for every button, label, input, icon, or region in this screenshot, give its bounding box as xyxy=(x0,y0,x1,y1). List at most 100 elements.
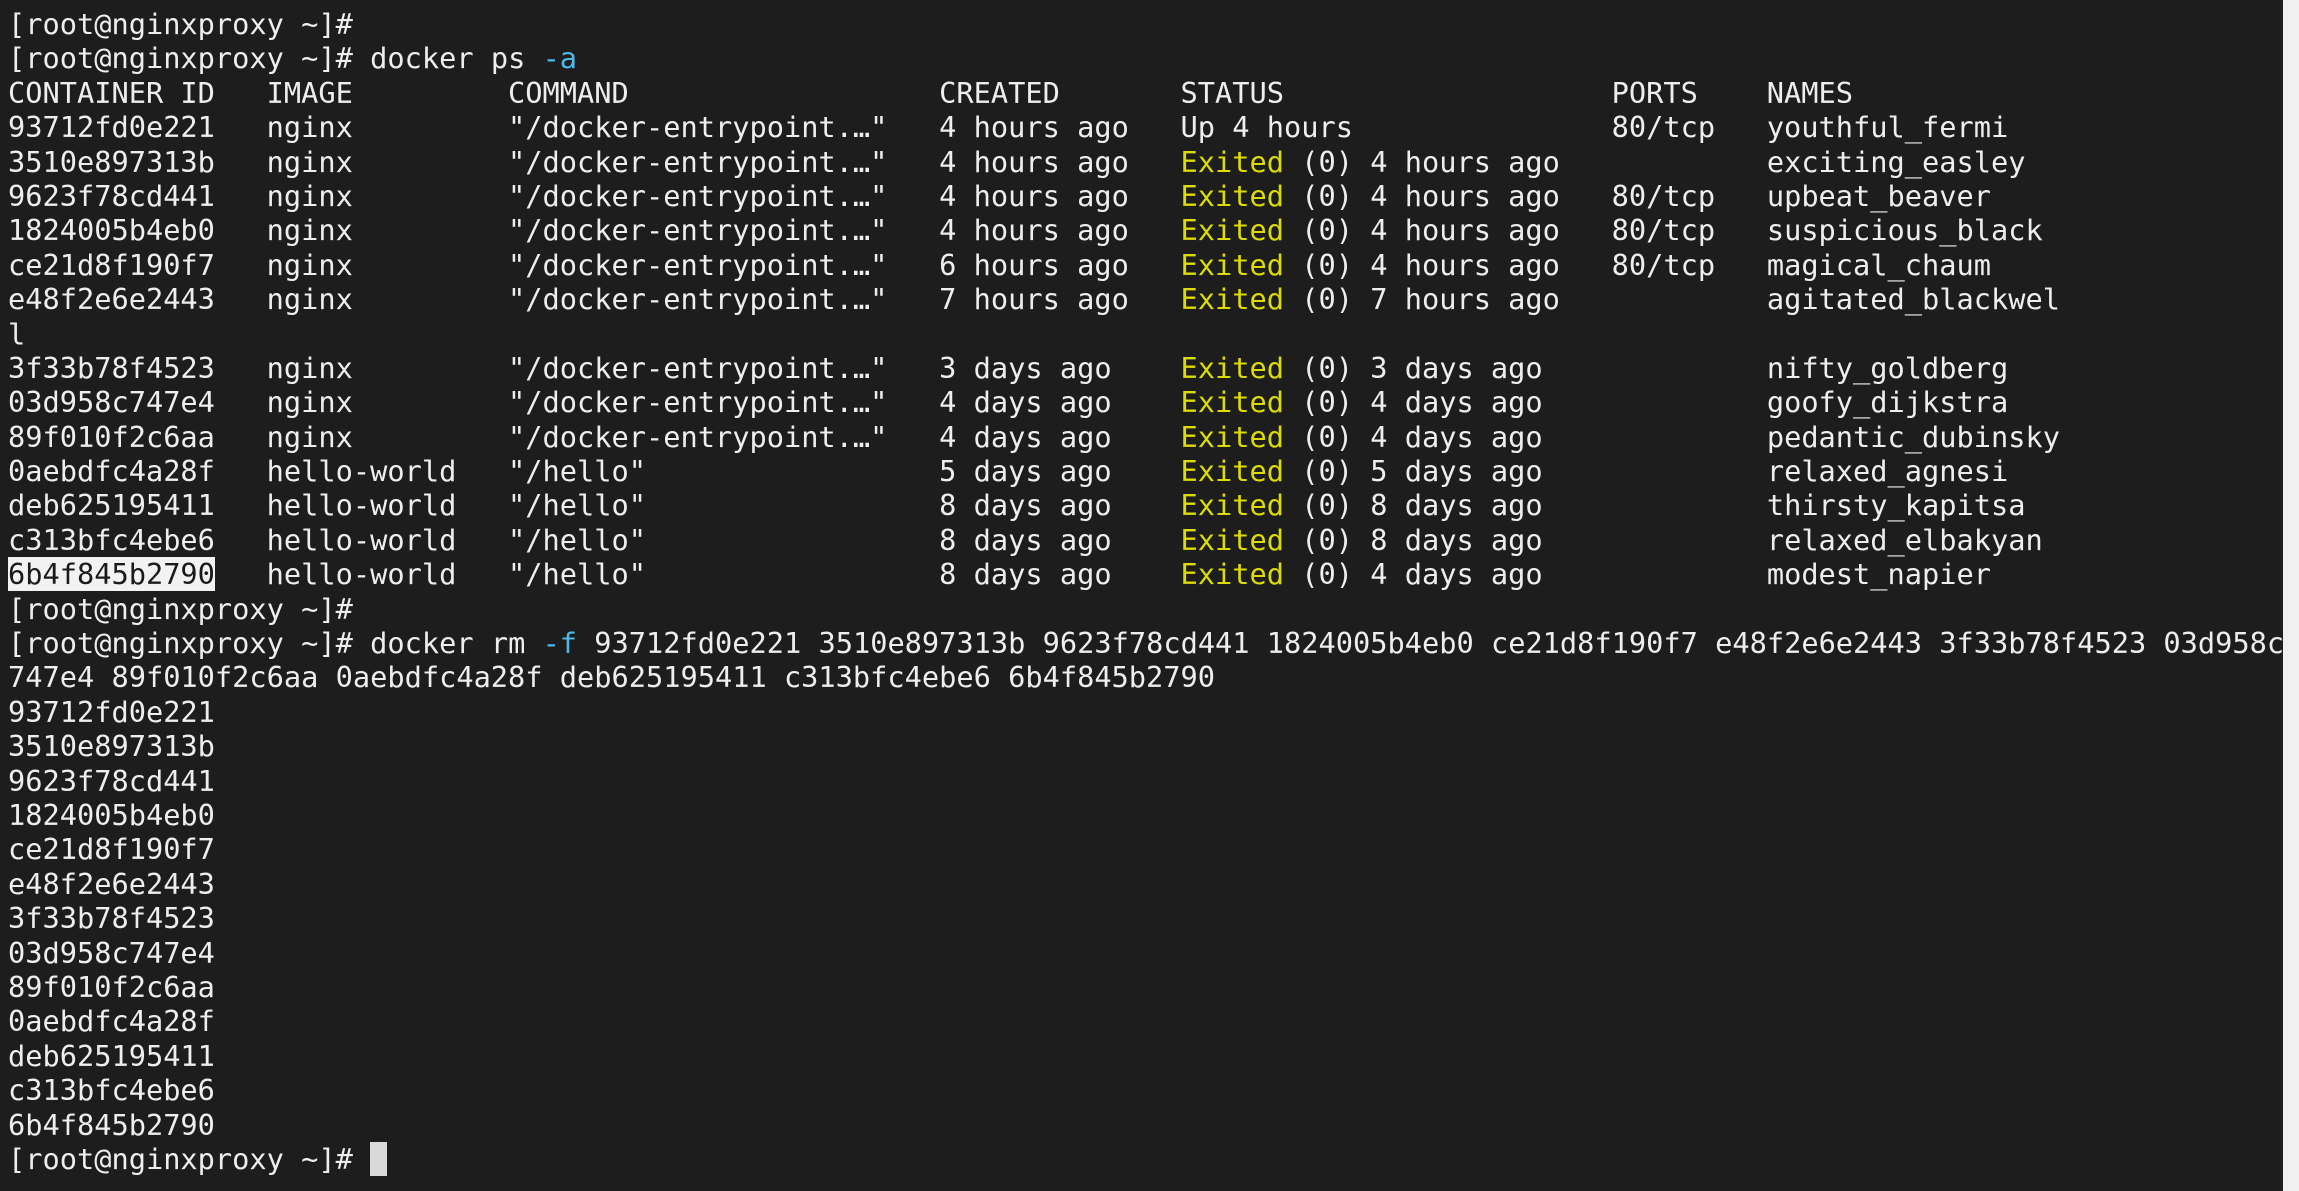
container-row: 89f010f2c6aa nginx "/docker-entrypoint.…… xyxy=(8,420,2284,454)
container-name: 80/tcp upbeat_beaver xyxy=(1612,179,1991,213)
scrollbar[interactable] xyxy=(2283,0,2299,1191)
command-text: docker rm xyxy=(370,626,542,660)
column-headers: CONTAINER ID IMAGE COMMAND CREATED STATU… xyxy=(8,76,1853,110)
rm-output-line: 0aebdfc4a28f xyxy=(8,1004,2284,1038)
removed-container-id: 6b4f845b2790 xyxy=(8,1108,215,1142)
container-name: 80/tcp magical_chaum xyxy=(1612,248,1991,282)
rm-output-line: ce21d8f190f7 xyxy=(8,832,2284,866)
container-name: relaxed_agnesi xyxy=(1612,454,2009,488)
container-id: e48f2e6e2443 xyxy=(8,282,267,316)
container-row: ce21d8f190f7 nginx "/docker-entrypoint.…… xyxy=(8,248,2284,282)
container-name: exciting_easley xyxy=(1612,145,2026,179)
container-id: c313bfc4ebe6 xyxy=(8,523,267,557)
container-row: c313bfc4ebe6 hello-world "/hello" 8 days… xyxy=(8,523,2284,557)
container-id: ce21d8f190f7 xyxy=(8,248,267,282)
removed-container-id: ce21d8f190f7 xyxy=(8,832,215,866)
container-id: deb625195411 xyxy=(8,488,267,522)
container-id: 1824005b4eb0 xyxy=(8,213,267,247)
rm-output-line: 93712fd0e221 xyxy=(8,695,2284,729)
status-exited: Exited xyxy=(1181,454,1284,488)
container-id: 89f010f2c6aa xyxy=(8,420,267,454)
removed-container-id: 1824005b4eb0 xyxy=(8,798,215,832)
docker-rm-wrapped-line: 747e4 89f010f2c6aa 0aebdfc4a28f deb62519… xyxy=(8,660,2284,694)
container-name: thirsty_kapitsa xyxy=(1612,488,2026,522)
shell-prompt: [root@nginxproxy ~]# xyxy=(8,1142,353,1176)
removed-container-id: deb625195411 xyxy=(8,1039,215,1073)
container-id: 03d958c747e4 xyxy=(8,385,267,419)
rm-output-line: 3f33b78f4523 xyxy=(8,901,2284,935)
container-name: agitated_blackwel xyxy=(1612,282,2060,316)
rm-output-line: deb625195411 xyxy=(8,1039,2284,1073)
container-row: 1824005b4eb0 nginx "/docker-entrypoint.…… xyxy=(8,213,2284,247)
container-row: 9623f78cd441 nginx "/docker-entrypoint.…… xyxy=(8,179,2284,213)
container-id: 93712fd0e221 xyxy=(8,110,267,144)
removed-container-id: 89f010f2c6aa xyxy=(8,970,215,1004)
status-exited: Exited xyxy=(1181,488,1284,522)
prompt-line: [root@nginxproxy ~]# xyxy=(8,7,2284,41)
shell-prompt: [root@nginxproxy ~]# xyxy=(8,592,353,626)
container-row: 3510e897313b nginx "/docker-entrypoint.…… xyxy=(8,145,2284,179)
command-flag: -a xyxy=(543,41,578,75)
container-name: modest_napier xyxy=(1612,557,1991,591)
removed-container-id: 3f33b78f4523 xyxy=(8,901,215,935)
removed-container-id: c313bfc4ebe6 xyxy=(8,1073,215,1107)
docker-rm-command-line: [root@nginxproxy ~]# docker rm -f 93712f… xyxy=(8,626,2284,660)
command-flag: -f xyxy=(543,626,578,660)
status-exited: Exited xyxy=(1181,248,1284,282)
removed-container-id: 03d958c747e4 xyxy=(8,936,215,970)
removed-container-id: 3510e897313b xyxy=(8,729,215,763)
status-exited: Exited xyxy=(1181,420,1284,454)
container-row: 03d958c747e4 nginx "/docker-entrypoint.…… xyxy=(8,385,2284,419)
docker-ps-command-line: [root@nginxproxy ~]# docker ps -a xyxy=(8,41,2284,75)
container-id: 3f33b78f4523 xyxy=(8,351,267,385)
container-id: 3510e897313b xyxy=(8,145,267,179)
rm-output-line: 9623f78cd441 xyxy=(8,764,2284,798)
container-row: 93712fd0e221 nginx "/docker-entrypoint.…… xyxy=(8,110,2284,144)
terminal-window[interactable]: [root@nginxproxy ~]#[root@nginxproxy ~]#… xyxy=(0,0,2299,1191)
status-exited: Exited xyxy=(1181,351,1284,385)
container-name: relaxed_elbakyan xyxy=(1612,523,2043,557)
status-up: Up 4 hours xyxy=(1181,110,1612,144)
status-exited: Exited xyxy=(1181,523,1284,557)
shell-prompt: [root@nginxproxy ~]# xyxy=(8,41,353,75)
rm-output-line: 03d958c747e4 xyxy=(8,936,2284,970)
container-row: deb625195411 hello-world "/hello" 8 days… xyxy=(8,488,2284,522)
ps-table-header: CONTAINER ID IMAGE COMMAND CREATED STATU… xyxy=(8,76,2284,110)
removed-container-id: 93712fd0e221 xyxy=(8,695,215,729)
container-row: 0aebdfc4a28f hello-world "/hello" 5 days… xyxy=(8,454,2284,488)
final-prompt-line: [root@nginxproxy ~]# xyxy=(8,1142,2284,1176)
removed-container-id: 0aebdfc4a28f xyxy=(8,1004,215,1038)
container-id: 9623f78cd441 xyxy=(8,179,267,213)
container-name: nifty_goldberg xyxy=(1612,351,2009,385)
shell-prompt: [root@nginxproxy ~]# xyxy=(8,626,353,660)
status-exited: Exited xyxy=(1181,145,1284,179)
prompt-line: [root@nginxproxy ~]# xyxy=(8,592,2284,626)
terminal-cursor xyxy=(370,1142,387,1176)
terminal-screen: [root@nginxproxy ~]#[root@nginxproxy ~]#… xyxy=(8,7,2284,1176)
container-row: 3f33b78f4523 nginx "/docker-entrypoint.…… xyxy=(8,351,2284,385)
status-exited: Exited xyxy=(1181,385,1284,419)
rm-output-line: 6b4f845b2790 xyxy=(8,1108,2284,1142)
container-name: 80/tcp youthful_fermi xyxy=(1612,110,2009,144)
container-row: 6b4f845b2790 hello-world "/hello" 8 days… xyxy=(8,557,2284,591)
status-exited: Exited xyxy=(1181,213,1284,247)
rm-output-line: 3510e897313b xyxy=(8,729,2284,763)
container-name: goofy_dijkstra xyxy=(1612,385,2009,419)
container-row: e48f2e6e2443 nginx "/docker-entrypoint.…… xyxy=(8,282,2284,316)
container-id: 0aebdfc4a28f xyxy=(8,454,267,488)
rm-output-line: c313bfc4ebe6 xyxy=(8,1073,2284,1107)
status-exited: Exited xyxy=(1181,179,1284,213)
command-text: docker ps xyxy=(370,41,542,75)
command-text: 93712fd0e221 3510e897313b 9623f78cd441 1… xyxy=(577,626,2284,660)
removed-container-id: 9623f78cd441 xyxy=(8,764,215,798)
container-name: pedantic_dubinsky xyxy=(1612,420,2060,454)
container-name: 80/tcp suspicious_black xyxy=(1612,213,2043,247)
rm-output-line: e48f2e6e2443 xyxy=(8,867,2284,901)
status-exited: Exited xyxy=(1181,557,1284,591)
wrapped-name-line: l xyxy=(8,317,2284,351)
status-exited: Exited xyxy=(1181,282,1284,316)
removed-container-id: e48f2e6e2443 xyxy=(8,867,215,901)
selected-container-id: 6b4f845b2790 xyxy=(8,557,215,591)
rm-output-line: 89f010f2c6aa xyxy=(8,970,2284,1004)
rm-output-line: 1824005b4eb0 xyxy=(8,798,2284,832)
